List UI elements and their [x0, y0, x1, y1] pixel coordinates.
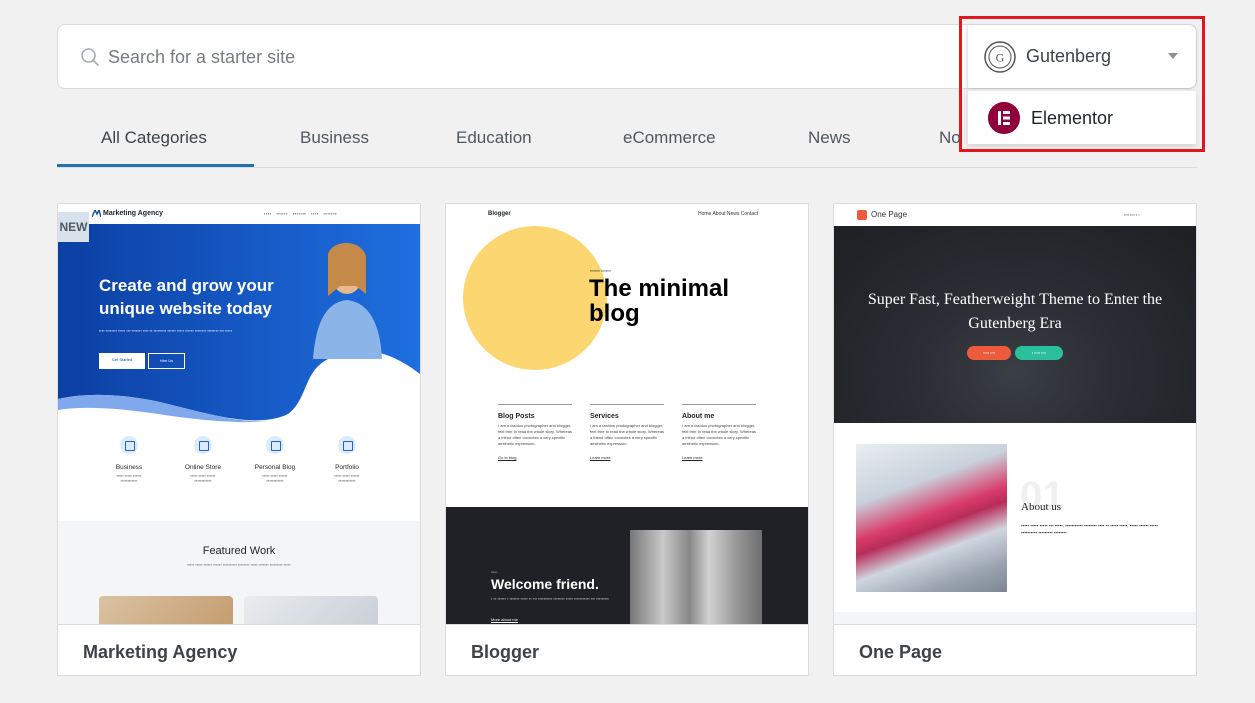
- site-preview: Blogger Home About News Contact ▪▪▪▪▪▪▪▪…: [446, 204, 808, 624]
- hero-subtext: ▪▪▪▪ ▪▪▪▪▪▪▪▪ ▪▪▪▪▪ ▪▪▪ ▪▪▪▪▪▪▪ ▪▪▪▪ ▪▪ …: [99, 328, 233, 333]
- get-started-button: Get Started: [99, 353, 145, 369]
- hero-heading: Create and grow your unique website toda…: [99, 276, 274, 318]
- preview-nav-links: ▪▪▪▪ ▪▪▪▪ ▪ ○: [1124, 213, 1141, 217]
- blog-column: About me I am a fashion photographer and…: [682, 404, 756, 460]
- card-footer: Blogger: [446, 624, 808, 675]
- tab-education[interactable]: Education: [456, 128, 532, 148]
- card-footer: One Page: [834, 624, 1196, 675]
- preview-nav-links: ▪▪▪▪ ▪▪▪▪▪▪ ▪▪▪▪▪▪▪ ▪▪▪▪ ▪▪▪▪▪▪▪: [264, 211, 338, 216]
- hero-background: [58, 224, 420, 423]
- hire-us-button: Hire Us: [148, 353, 185, 369]
- hero-heading: Super Fast, Featherweight Theme to Enter…: [867, 291, 1163, 332]
- feature-item: Online Store ▪▪▪▪▪ ▪▪▪▪▪ ▪▪▪▪▪▪ ▪▪▪▪▪▪▪▪▪…: [163, 436, 243, 483]
- chevron-down-icon: [1168, 53, 1178, 59]
- active-tab-underline: [57, 164, 254, 167]
- new-badge: NEW: [58, 212, 89, 242]
- about-title: About us: [1021, 501, 1062, 513]
- feature-item: Portfolio ▪▪▪▪▪ ▪▪▪▪▪ ▪▪▪▪▪▪ ▪▪▪▪▪▪▪▪▪▪▪▪: [307, 436, 387, 483]
- site-preview: Marketing Agency ▪▪▪▪ ▪▪▪▪▪▪ ▪▪▪▪▪▪▪ ▪▪▪…: [58, 204, 420, 624]
- welcome-section: ▪▪▪▪▪▪ Welcome friend. ▪ ▪▪ ▪▪▪▪▪▪ ▪ ▪▪▪…: [446, 507, 808, 624]
- about-text: ▪▪▪▪▪ ▪▪▪▪▪ ▪▪▪▪▪ ▪▪▪ ▪▪▪▪▪, ▪▪▪▪▪▪▪▪▪▪▪…: [1021, 523, 1158, 535]
- feature-item: Personal Blog ▪▪▪▪▪ ▪▪▪▪▪ ▪▪▪▪▪▪ ▪▪▪▪▪▪▪▪…: [235, 436, 315, 483]
- card-title: Marketing Agency: [83, 642, 238, 662]
- headline-kicker: ▪▪▪▪▪▪▪▪ ▪▪▪▪▪▪▪▪: [590, 269, 611, 273]
- welcome-photo: [630, 530, 762, 624]
- tab-business[interactable]: Business: [300, 128, 369, 148]
- about-photo: [856, 444, 1007, 592]
- hero-secondary-button: ▪ ▪▪▪▪▪ ▪▪▪▪: [1015, 346, 1063, 360]
- work-thumbnail: [99, 596, 233, 624]
- blog-column: Services I am a fashion photographer and…: [590, 404, 664, 460]
- featured-work-title: Featured Work: [202, 545, 276, 557]
- search-icon: [81, 48, 99, 66]
- site-card-marketing-agency[interactable]: NEW Marketing Agency ▪▪▪▪ ▪▪▪▪▪▪ ▪▪▪▪▪▪▪…: [57, 203, 421, 676]
- site-card-one-page[interactable]: One Page ▪▪▪▪ ▪▪▪▪ ▪ ○ Super Fast, Feath…: [833, 203, 1197, 676]
- logo-icon: [92, 210, 101, 217]
- yellow-circle: [463, 226, 607, 370]
- card-footer: Marketing Agency: [58, 624, 420, 675]
- blog-headline: The minimal blog: [589, 275, 730, 327]
- feature-item: Business ▪▪▪▪▪ ▪▪▪▪▪ ▪▪▪▪▪▪ ▪▪▪▪▪▪▪▪▪▪▪▪: [89, 436, 169, 483]
- hero-section: Super Fast, Featherweight Theme to Enter…: [834, 226, 1196, 423]
- gutenberg-logo-icon: G: [984, 41, 1016, 73]
- document-icon: [266, 436, 284, 454]
- welcome-heading: Welcome friend.: [491, 576, 599, 592]
- preview-logo: One Page: [871, 210, 908, 219]
- site-preview: One Page ▪▪▪▪ ▪▪▪▪ ▪ ○ Super Fast, Feath…: [834, 204, 1196, 624]
- briefcase-icon: [120, 436, 138, 454]
- tab-more[interactable]: No: [939, 128, 961, 148]
- featured-work-section: Featured Work ▪▪▪▪▪ ▪▪▪▪▪ ▪▪▪▪▪▪ ▪▪▪▪▪▪ …: [58, 521, 420, 624]
- logo-icon: [857, 210, 867, 220]
- preview-nav: One Page ▪▪▪▪ ▪▪▪▪ ▪ ○: [834, 204, 1196, 226]
- preview-nav: Marketing Agency ▪▪▪▪ ▪▪▪▪▪▪ ▪▪▪▪▪▪▪ ▪▪▪…: [58, 204, 420, 224]
- card-title: One Page: [859, 642, 943, 662]
- card-title: Blogger: [471, 642, 540, 662]
- blog-column: Blog Posts I am a fashion photographer a…: [498, 404, 572, 460]
- tab-ecommerce[interactable]: eCommerce: [623, 128, 716, 148]
- hero-primary-button: ▪▪▪▪▪ ▪▪▪▪: [967, 346, 1011, 360]
- category-tabs: All Categories Business Education eComme…: [57, 112, 1197, 168]
- builder-select[interactable]: G Gutenberg: [967, 25, 1196, 88]
- svg-text:G: G: [996, 51, 1005, 65]
- preview-nav-links: Home About News Contact: [698, 211, 759, 217]
- cart-icon: [194, 436, 212, 454]
- feature-list: Business ▪▪▪▪▪ ▪▪▪▪▪ ▪▪▪▪▪▪ ▪▪▪▪▪▪▪▪▪▪▪▪ …: [58, 436, 420, 521]
- search-input[interactable]: [108, 39, 928, 75]
- work-thumbnail: [244, 596, 378, 624]
- tab-all-categories[interactable]: All Categories: [101, 128, 207, 148]
- portfolio-icon: [338, 436, 356, 454]
- builder-selected-label: Gutenberg: [1026, 46, 1112, 66]
- site-card-blogger[interactable]: Blogger Home About News Contact ▪▪▪▪▪▪▪▪…: [445, 203, 809, 676]
- tab-news[interactable]: News: [808, 128, 851, 148]
- preview-logo: Marketing Agency: [103, 210, 164, 217]
- more-about-me-link: More about me: [491, 617, 518, 622]
- preview-logo: Blogger: [488, 211, 511, 217]
